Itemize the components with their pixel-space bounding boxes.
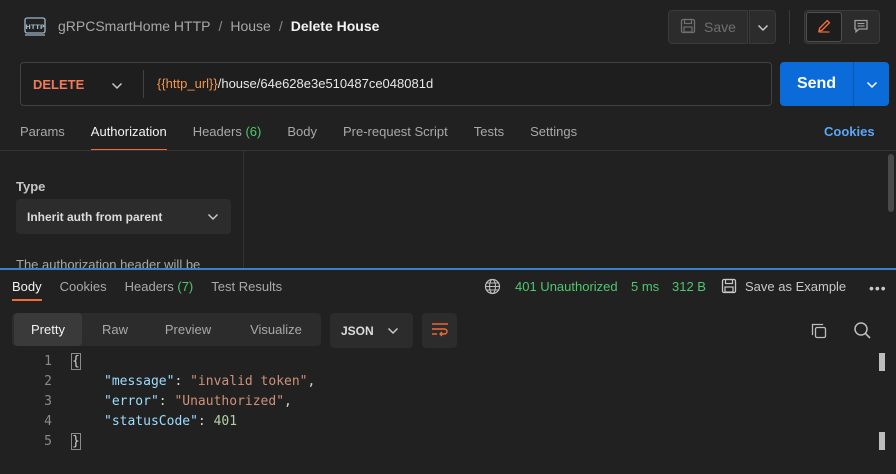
tab-response-body[interactable]: Body <box>12 279 42 301</box>
tab-test-results[interactable]: Test Results <box>211 279 282 301</box>
response-time[interactable]: 5 ms <box>631 279 659 294</box>
json-value: 401 <box>213 414 238 429</box>
comment-icon <box>853 18 869 37</box>
search-icon[interactable] <box>853 321 872 343</box>
save-label: Save <box>704 19 736 35</box>
request-scrollbar[interactable] <box>888 154 894 212</box>
editor-scrollbar-top[interactable] <box>879 353 885 371</box>
url-variable: {{http_url}} <box>157 76 218 91</box>
more-options-icon[interactable]: ••• <box>869 280 887 296</box>
breadcrumb-separator: / <box>218 18 223 34</box>
editor-scrollbar-bottom[interactable] <box>879 432 885 450</box>
auth-type-select[interactable]: Inherit auth from parent <box>16 199 231 234</box>
breadcrumb-collection[interactable]: gRPCSmartHome HTTP <box>58 18 210 34</box>
response-body-editor[interactable]: 1 { 2 "message": "invalid token", 3 "err… <box>0 352 880 452</box>
code-line: 2 "message": "invalid token", <box>0 372 880 392</box>
save-dropdown-button[interactable] <box>749 10 776 44</box>
edit-button[interactable] <box>806 12 842 42</box>
line-number: 1 <box>44 354 52 369</box>
wrap-lines-icon <box>431 321 449 340</box>
auth-type-label: Type <box>16 179 46 194</box>
breadcrumb-request[interactable]: Delete House <box>291 18 380 34</box>
auth-type-value: Inherit auth from parent <box>27 209 163 224</box>
format-select[interactable]: JSON <box>330 313 413 348</box>
format-tab-preview[interactable]: Preview <box>150 313 226 346</box>
send-dropdown-button[interactable] <box>854 62 889 106</box>
breadcrumb-separator: / <box>278 18 283 34</box>
format-tab-pretty[interactable]: Pretty <box>14 313 82 346</box>
tab-response-headers[interactable]: Headers (7) <box>125 279 194 301</box>
save-button[interactable]: Save <box>668 10 748 44</box>
json-key: "statusCode" <box>104 414 198 429</box>
format-tab-raw[interactable]: Raw <box>88 313 142 346</box>
tab-settings[interactable]: Settings <box>530 124 577 151</box>
chevron-down-icon <box>866 77 878 92</box>
breadcrumb-folder[interactable]: House <box>230 18 270 34</box>
code-line: 3 "error": "Unauthorized", <box>0 392 880 412</box>
json-key: "error" <box>104 394 159 409</box>
request-tabs: Params Authorization Headers (6) Body Pr… <box>20 124 603 151</box>
pencil-icon <box>816 18 832 37</box>
save-icon <box>721 278 737 297</box>
copy-icon[interactable] <box>810 322 828 343</box>
comments-button[interactable] <box>844 12 878 42</box>
line-number: 3 <box>44 394 52 409</box>
open-brace: { <box>71 353 81 370</box>
chevron-down-icon[interactable] <box>111 78 123 93</box>
pane-splitter[interactable] <box>0 268 896 270</box>
send-button[interactable]: Send <box>780 62 853 106</box>
json-value: "invalid token" <box>190 374 308 389</box>
method-select[interactable]: DELETE <box>33 77 84 92</box>
toolbar-divider <box>789 10 790 44</box>
save-as-example-button[interactable]: Save as Example <box>745 279 846 294</box>
tab-headers[interactable]: Headers (6) <box>193 124 262 151</box>
response-size[interactable]: 312 B <box>672 279 706 294</box>
tab-response-cookies[interactable]: Cookies <box>60 279 107 301</box>
tab-authorization[interactable]: Authorization <box>90 124 167 151</box>
response-headers-count: (7) <box>177 279 194 294</box>
http-icon: HTTP <box>24 15 46 37</box>
chevron-down-icon <box>387 324 399 338</box>
tab-tests[interactable]: Tests <box>474 124 504 151</box>
close-brace: } <box>71 433 81 450</box>
tab-body[interactable]: Body <box>287 124 317 151</box>
line-number: 4 <box>44 414 52 429</box>
svg-text:HTTP: HTTP <box>25 23 44 31</box>
format-select-value: JSON <box>341 323 374 338</box>
wrap-lines-button[interactable] <box>422 313 457 348</box>
json-value: "Unauthorized" <box>174 394 285 409</box>
json-key: "message" <box>104 374 175 389</box>
format-tab-visualize[interactable]: Visualize <box>236 313 316 346</box>
tab-params[interactable]: Params <box>20 124 65 151</box>
breadcrumb: gRPCSmartHome HTTP / House / Delete Hous… <box>58 18 379 34</box>
save-icon <box>680 18 696 37</box>
method-url-divider <box>143 70 144 98</box>
status-code[interactable]: 401 Unauthorized <box>515 279 618 294</box>
line-number: 5 <box>44 434 52 449</box>
globe-icon[interactable] <box>484 278 501 298</box>
response-tabs: Body Cookies Headers (7) Test Results <box>12 279 300 301</box>
chevron-down-icon <box>207 210 219 224</box>
url-input[interactable]: {{http_url}}/house/64e628e3e510487ce0480… <box>157 76 433 91</box>
url-path: /house/64e628e3e510487ce048081d <box>217 76 434 91</box>
line-number: 2 <box>44 374 52 389</box>
code-line: 4 "statusCode": 401 <box>0 412 880 432</box>
tab-pre-request-script[interactable]: Pre-request Script <box>343 124 448 151</box>
code-line: 5 } <box>0 432 880 452</box>
cookies-link[interactable]: Cookies <box>824 124 875 139</box>
code-line: 1 { <box>0 352 880 372</box>
chevron-down-icon <box>757 20 769 35</box>
headers-count: (6) <box>245 124 262 139</box>
